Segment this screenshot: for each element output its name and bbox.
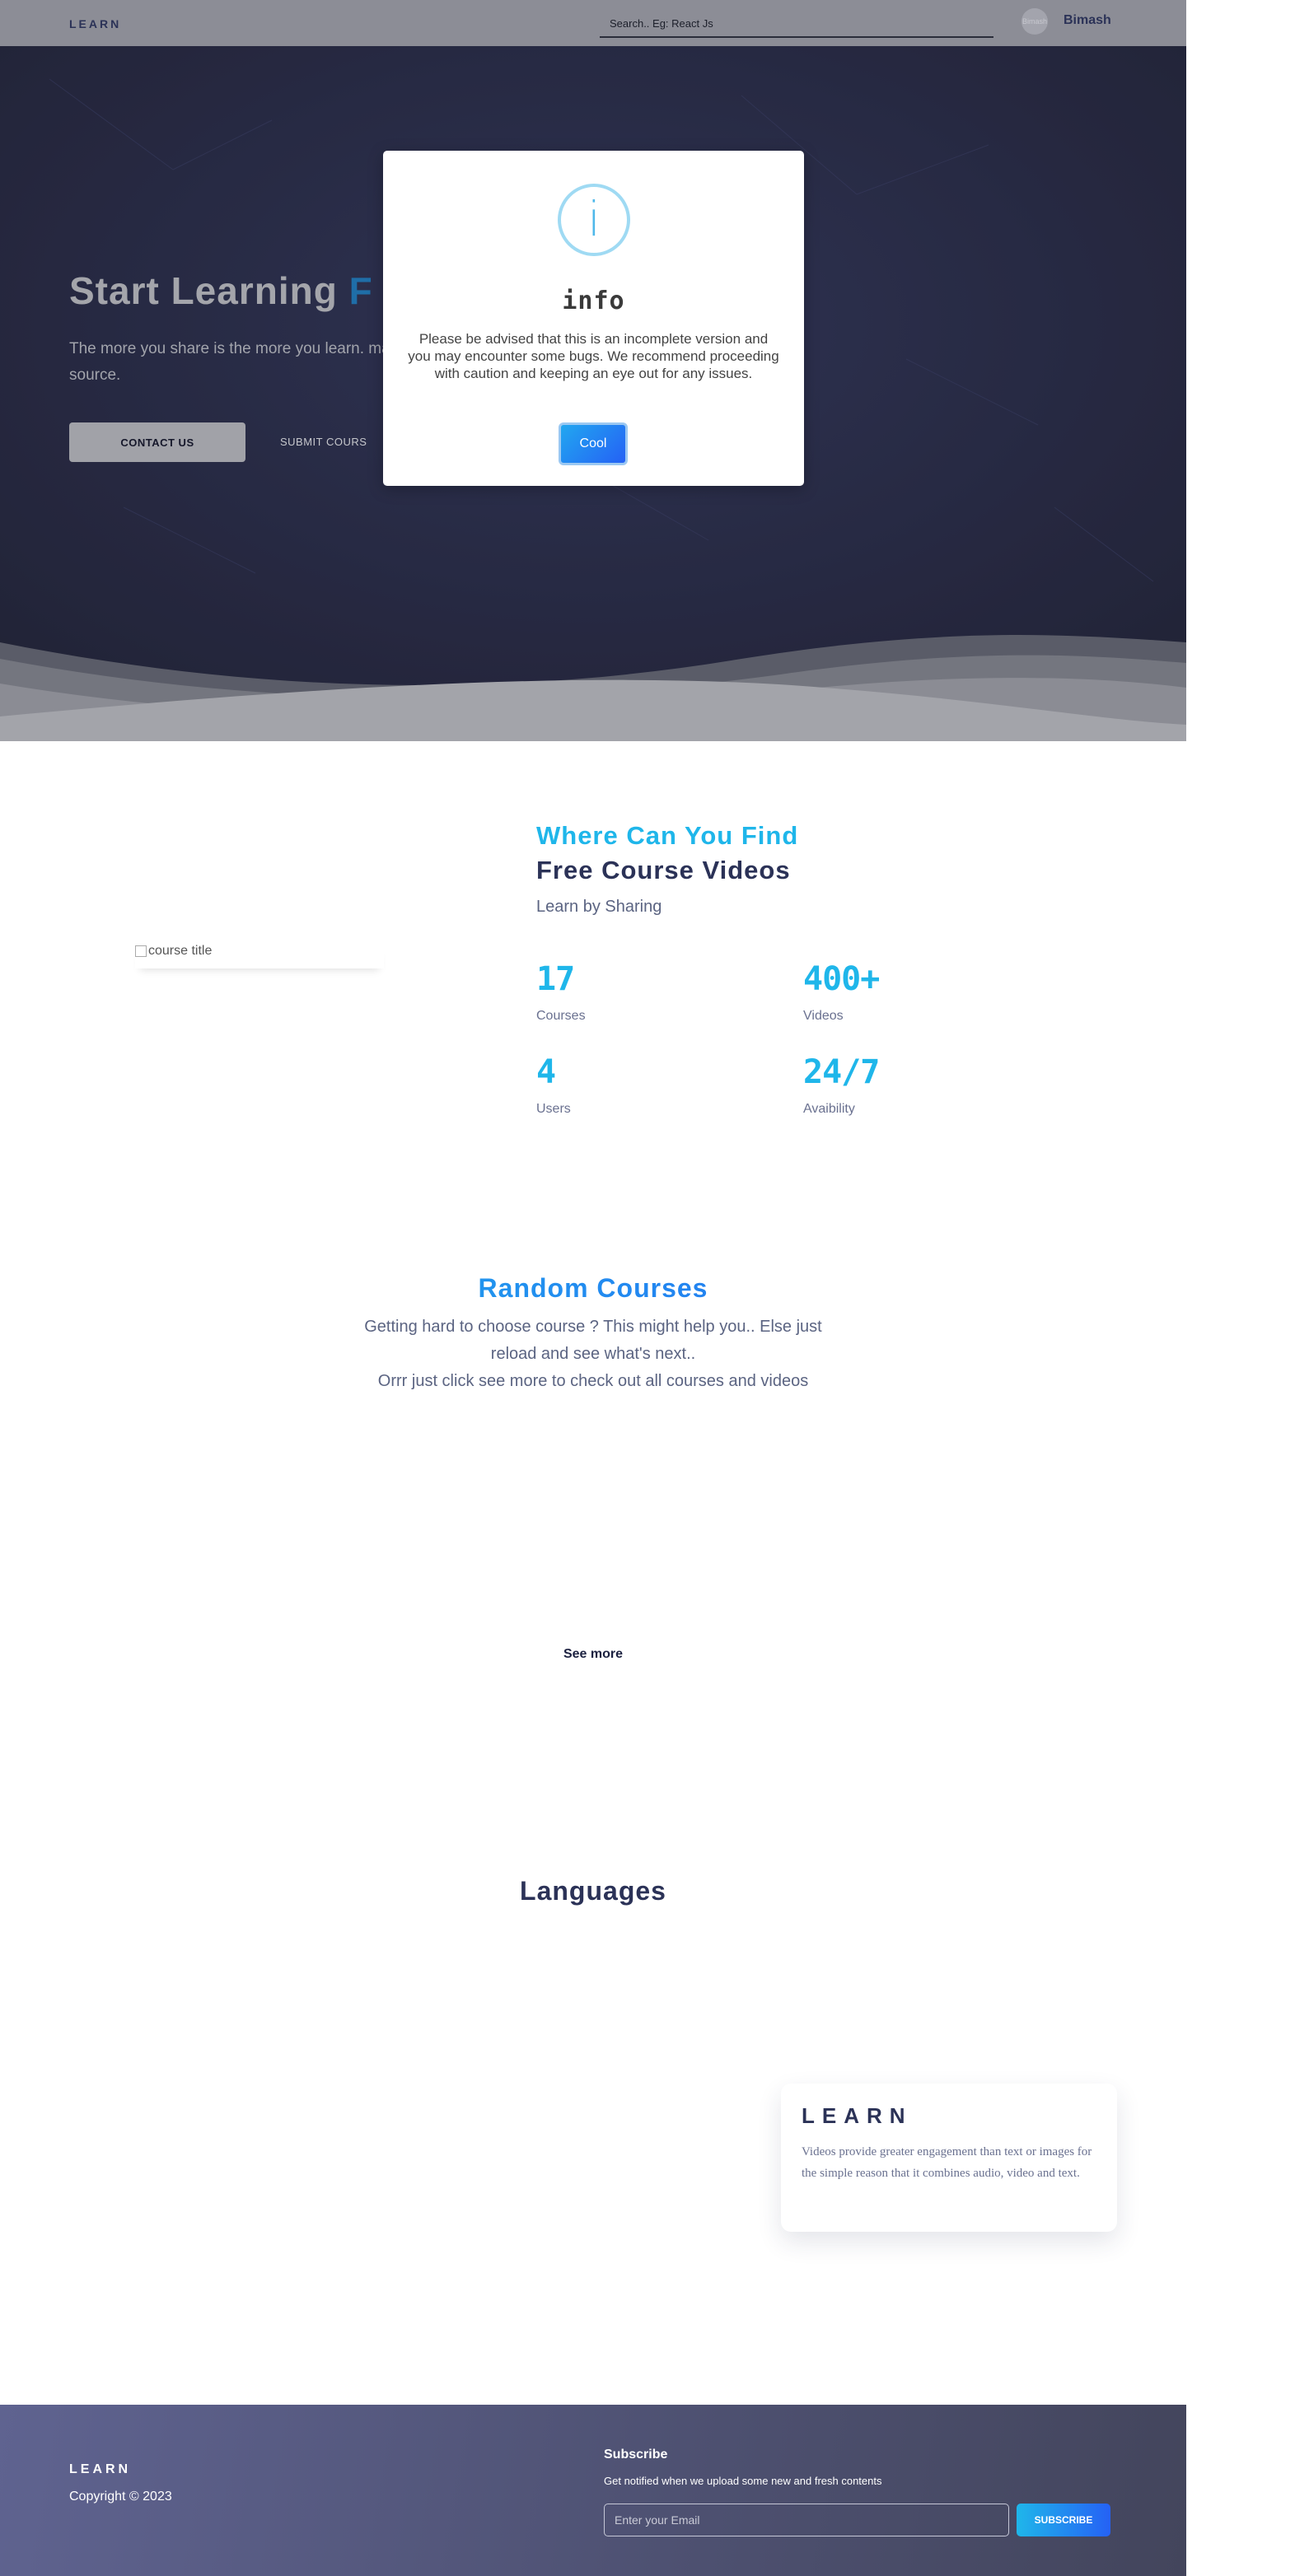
stat-videos-value: 400+ (803, 960, 880, 998)
learn-card: LEARN Videos provide greater engagement … (781, 2084, 1117, 2232)
avatar[interactable]: Bimash (1021, 8, 1048, 35)
navbar: LEARN Bimash Bimash (0, 0, 1186, 46)
learn-card-title: LEARN (802, 2103, 913, 2128)
hero-title: Start Learning F (69, 268, 373, 313)
stat-courses-label: Courses (536, 1009, 586, 1023)
hero-title-main: Start Learning (69, 269, 349, 312)
subscribe-title: Subscribe (604, 2448, 668, 2462)
see-more-link[interactable]: See more (0, 1647, 1186, 1662)
subscribe-text: Get notified when we upload some new and… (604, 2475, 882, 2487)
search-input[interactable] (610, 16, 993, 30)
about-title-line2: Free Course Videos (536, 856, 791, 884)
subscribe-button[interactable]: SUBSCRIBE (1017, 2504, 1110, 2536)
random-courses-line2: Orrr just click see more to check out al… (377, 1372, 809, 1390)
stat-courses-value: 17 (536, 960, 575, 998)
languages-title: Languages (520, 1876, 666, 1906)
about-title-line1: Where Can You Find (536, 821, 799, 850)
stat-users-label: Users (536, 1102, 571, 1116)
course-image-alt: course title (148, 944, 213, 958)
course-image: course title (135, 944, 384, 968)
cool-button[interactable]: Cool (559, 422, 628, 465)
submit-course-button[interactable]: SUBMIT COURS (280, 422, 367, 462)
modal-message: Please be advised that this is an incomp… (408, 331, 779, 381)
info-modal: i info Please be advised that this is an… (383, 151, 804, 486)
learn-card-text: Videos provide greater engagement than t… (802, 2145, 1092, 2180)
hero-wave (0, 635, 1186, 741)
hero-subtitle: The more you share is the more you learn… (69, 340, 407, 384)
footer: LEARN Copyright © 2023 Subscribe Get not… (0, 2405, 1186, 2576)
page: LEARN Bimash Bimash Start Le (0, 0, 1186, 2576)
about-subtitle: Learn by Sharing (536, 898, 662, 916)
user-name[interactable]: Bimash (1064, 13, 1111, 28)
footer-brand[interactable]: LEARN (69, 2462, 131, 2477)
random-courses-line1: Getting hard to choose course ? This mig… (364, 1318, 822, 1363)
random-courses-title: Random Courses (0, 1273, 1186, 1304)
stat-users-value: 4 (536, 1053, 556, 1091)
modal-title: info (562, 287, 625, 315)
stat-videos-label: Videos (803, 1009, 844, 1023)
broken-image-icon (135, 945, 147, 957)
contact-us-button[interactable]: CONTACT US (69, 422, 245, 462)
search-bar (600, 10, 993, 38)
stat-availability-value: 24/7 (803, 1053, 880, 1091)
random-courses-description: Getting hard to choose course ? This mig… (354, 1314, 832, 1395)
email-input[interactable] (604, 2504, 1009, 2536)
hero-title-accent: F (348, 269, 373, 312)
footer-copyright: Copyright © 2023 (69, 2490, 172, 2504)
info-icon: i (558, 184, 630, 256)
brand-logo[interactable]: LEARN (69, 17, 121, 30)
stat-availability-label: Avaibility (803, 1102, 855, 1116)
